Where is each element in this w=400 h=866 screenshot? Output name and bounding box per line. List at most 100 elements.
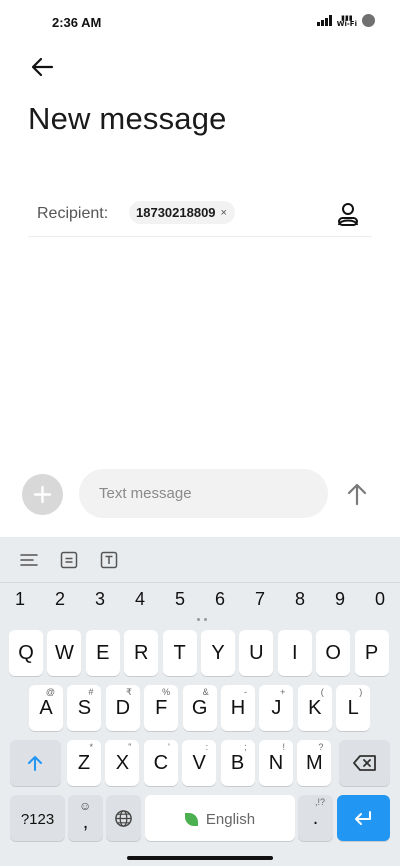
home-indicator[interactable]	[127, 856, 273, 860]
symbols-key-label: ?123	[20, 811, 55, 828]
number-key[interactable]: 6	[205, 589, 235, 610]
wifi-icon: ▮▮▮ Wi-Fi	[336, 13, 357, 28]
menu-lines-icon[interactable]	[19, 550, 39, 570]
chip-remove-icon[interactable]: ×	[221, 207, 227, 219]
shift-key[interactable]	[10, 740, 61, 786]
plus-icon	[33, 485, 52, 504]
language-key[interactable]	[106, 795, 141, 841]
key-hint: !	[282, 742, 285, 752]
key-label: B	[230, 752, 245, 774]
key-label: T	[173, 642, 186, 664]
letter-key[interactable]: ' C	[143, 740, 178, 786]
number-key[interactable]: 9	[325, 589, 355, 610]
period-key[interactable]: ,!? .	[298, 795, 333, 841]
key-label: K	[308, 697, 322, 719]
letter-key[interactable]: ! N	[259, 740, 293, 786]
send-button[interactable]	[343, 480, 371, 508]
back-arrow-icon	[31, 57, 54, 77]
keyboard-toolbar	[0, 537, 400, 583]
text-format-icon[interactable]	[99, 550, 119, 570]
key-label: W	[54, 642, 74, 664]
number-key[interactable]: 1	[5, 589, 35, 610]
letter-key[interactable]: Q	[9, 630, 43, 676]
recipient-row: Recipient: 18730218809 ×	[28, 193, 372, 237]
number-key[interactable]: 3	[85, 589, 115, 610]
comma-key[interactable]: ☺ ,	[68, 795, 103, 841]
letter-key[interactable]: # S	[67, 685, 102, 731]
key-hint: :	[205, 742, 209, 752]
letter-key[interactable]: " X	[105, 740, 140, 786]
key-label: Z	[77, 752, 91, 774]
person-icon	[338, 203, 358, 226]
letter-key[interactable]: (K	[297, 685, 332, 731]
letter-key[interactable]: % F	[144, 685, 179, 731]
number-key[interactable]: 4	[125, 589, 155, 610]
key-label: M	[306, 752, 323, 774]
key-label: D	[115, 697, 131, 719]
letter-key[interactable]: I	[277, 630, 312, 676]
letter-key[interactable]: ) L	[336, 685, 371, 731]
recipient-chip-number: 18730218809	[136, 205, 216, 220]
key-label: Y	[211, 642, 225, 664]
key-hint: )	[359, 687, 363, 697]
add-contact-button[interactable]	[334, 200, 362, 228]
key-hint: @	[45, 687, 55, 697]
number-key[interactable]: 5	[165, 589, 195, 610]
symbols-key[interactable]: ?123	[10, 795, 65, 841]
key-hint: ₹	[126, 687, 132, 697]
arrow-up-icon	[347, 483, 367, 506]
recipient-chip[interactable]: 18730218809 ×	[129, 201, 235, 224]
key-hint: %	[162, 687, 171, 697]
number-key[interactable]: 2	[45, 589, 75, 610]
key-hint: ?	[318, 742, 324, 752]
number-key[interactable]: 7	[245, 589, 275, 610]
key-label: Q	[18, 642, 34, 664]
space-key[interactable]: English	[145, 795, 295, 841]
letter-key[interactable]: + J	[259, 685, 294, 731]
key-label: U	[249, 642, 264, 664]
period-key-label: .	[312, 807, 319, 829]
signal-icon	[317, 15, 332, 26]
number-key[interactable]: 8	[285, 589, 315, 610]
backspace-icon	[353, 755, 376, 771]
letter-key[interactable]: O	[316, 630, 351, 676]
comma-key-label: ,	[82, 811, 89, 833]
letter-key[interactable]: ? M	[297, 740, 332, 786]
clipboard-icon[interactable]	[59, 550, 79, 570]
back-button[interactable]	[28, 54, 58, 80]
letter-key[interactable]: -H	[221, 685, 255, 731]
status-time: 2:36 AM	[52, 15, 102, 30]
letter-key[interactable]: & G	[182, 685, 217, 731]
letter-key[interactable]: ₹ D	[105, 685, 140, 731]
letter-key[interactable]: ; B	[220, 740, 255, 786]
keyboard: 1234567890 Q W E R T Y U I O P @ A # S ₹ D% F & G - H + J(K) L *…	[0, 537, 400, 866]
key-hint: +	[280, 687, 286, 697]
key-label: H	[230, 697, 246, 719]
page-title: New message	[28, 101, 227, 136]
letter-key[interactable]: E	[85, 630, 120, 676]
leaf-icon	[184, 813, 198, 826]
letter-key[interactable]: @ A	[29, 685, 63, 731]
backspace-key[interactable]	[339, 740, 390, 786]
letter-key[interactable]: Y	[201, 630, 235, 676]
number-key[interactable]: 0	[365, 589, 395, 610]
key-label: O	[325, 642, 341, 664]
attach-button[interactable]	[22, 474, 63, 515]
letter-key[interactable]: U	[239, 630, 274, 676]
key-label: X	[115, 752, 130, 774]
letter-key[interactable]: P	[354, 630, 389, 676]
letter-key[interactable]: W	[47, 630, 82, 676]
enter-key[interactable]	[337, 795, 390, 841]
message-input[interactable]	[79, 469, 328, 518]
key-label: V	[192, 752, 206, 774]
letter-key[interactable]: * Z	[67, 740, 101, 786]
space-key-label: English	[205, 811, 256, 828]
letter-key[interactable]: R	[124, 630, 159, 676]
key-label: S	[77, 697, 92, 719]
key-label: P	[364, 642, 379, 664]
globe-icon	[115, 810, 132, 827]
letter-key[interactable]: T	[162, 630, 197, 676]
letter-key[interactable]: :V	[182, 740, 217, 786]
key-label: C	[153, 752, 169, 774]
key-label: F	[155, 697, 168, 719]
